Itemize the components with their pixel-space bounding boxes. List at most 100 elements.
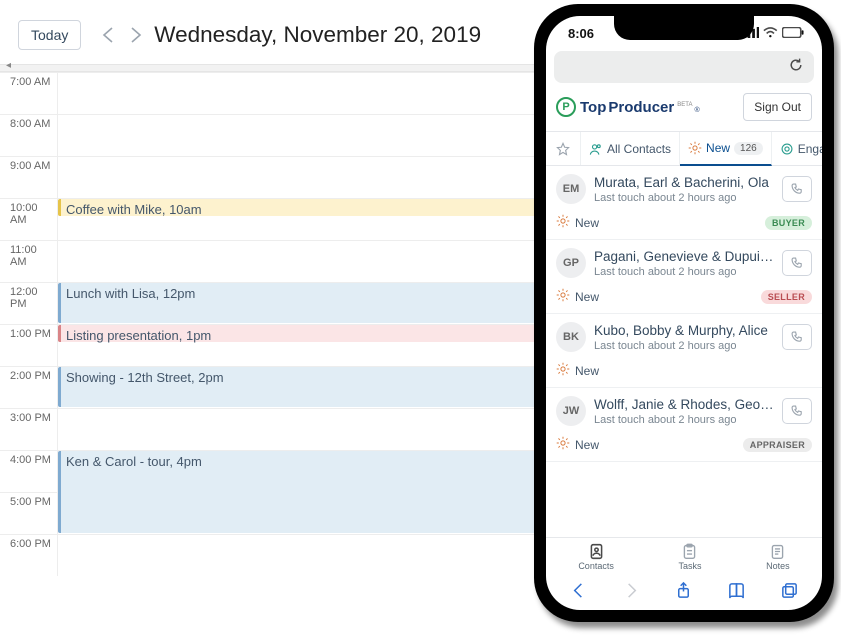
wifi-icon [763,26,778,41]
safari-share-icon[interactable] [672,578,696,602]
brand: P Top Producer BETA ® [556,97,700,117]
contact-role-pill: SELLER [761,290,812,304]
app-header: P Top Producer BETA ® Sign Out [546,87,822,131]
tab-favorites[interactable] [546,132,581,165]
contact-item[interactable]: GP Pagani, Genevieve & Dupuis... Last touc… [546,240,822,314]
contact-status-label: New [575,216,599,230]
brand-mark-icon: P [556,97,576,117]
call-button[interactable] [782,398,812,424]
hour-label: 7:00 AM [0,73,58,114]
avatar: JW [556,396,586,426]
tab-new[interactable]: New 126 [680,132,772,166]
bottomtab-contacts[interactable]: Contacts [578,543,614,571]
contact-status: New [556,214,599,231]
hour-label: 9:00 AM [0,157,58,198]
hour-label: 3:00 PM [0,409,58,450]
contact-subtext: Last touch about 2 hours ago [594,414,774,426]
brand-beta-badge: BETA [677,102,692,108]
contact-role-pill: BUYER [765,216,812,230]
refresh-icon[interactable] [788,57,804,78]
hour-label: 10:00 AM [0,199,58,240]
tab-all-contacts[interactable]: All Contacts [581,132,680,165]
contact-role-pill: APPRAISER [743,438,812,452]
hour-label: 1:00 PM [0,325,58,366]
calendar-pane: Today Wednesday, November 20, 2019 7:00 … [0,0,540,637]
brand-registered: ® [694,107,699,114]
hour-body[interactable] [58,409,540,450]
safari-back-icon[interactable] [566,578,590,602]
calendar-event[interactable]: Lunch with Lisa, 12pm [58,283,538,323]
contact-tabs: All Contacts New 126 Engage [546,131,822,166]
hour-label: 12:00 PM [0,283,58,324]
contact-status: New [556,436,599,453]
contact-subtext: Last touch about 2 hours ago [594,192,774,204]
calendar-event[interactable]: Coffee with Mike, 10am [58,199,538,216]
contact-item[interactable]: BK Kubo, Bobby & Murphy, Alice Last touch … [546,314,822,388]
call-button[interactable] [782,324,812,350]
contact-status-label: New [575,364,599,378]
call-button[interactable] [782,176,812,202]
avatar: BK [556,322,586,352]
battery-icon [782,26,804,41]
bottomtab-notes[interactable]: Notes [766,543,790,571]
brand-text-top: Top [580,99,606,116]
hour-row: 7:00 AM [0,72,540,114]
contact-name: Pagani, Genevieve & Dupuis... [594,249,774,264]
bottomtab-tasks[interactable]: Tasks [678,543,701,571]
hour-label: 8:00 AM [0,115,58,156]
avatar: EM [556,174,586,204]
safari-toolbar [546,573,822,610]
calendar-scroll-hint [0,64,540,72]
hour-row: 9:00 AM [0,156,540,198]
safari-tabs-icon[interactable] [778,578,802,602]
hour-body[interactable] [58,115,540,156]
new-sun-icon [556,362,570,379]
tab-engage-label: Engage [798,142,822,156]
call-button[interactable] [782,250,812,276]
hour-label: 6:00 PM [0,535,58,576]
today-button[interactable]: Today [18,20,81,50]
hour-label: 11:00 AM [0,241,58,282]
status-time: 8:06 [568,26,594,41]
tab-all-contacts-label: All Contacts [607,142,671,156]
contact-status: New [556,362,599,379]
new-sun-icon [556,288,570,305]
contact-item[interactable]: JWWolff, Janie & Rhodes, GeorgeLast touc… [546,388,822,462]
contact-item[interactable]: EMMurata, Earl & Bacherini, OlaLast touc… [546,166,822,240]
hour-label: 5:00 PM [0,493,58,534]
contact-list[interactable]: EMMurata, Earl & Bacherini, OlaLast touc… [546,166,822,537]
contact-name: Kubo, Bobby & Murphy, Alice [594,323,774,338]
browser-url-bar[interactable] [554,51,814,83]
tab-new-count: 126 [734,142,763,155]
contact-status-label: New [575,438,599,452]
hour-row: 11:00 AM [0,240,540,282]
hour-row: 6:00 PM [0,534,540,576]
hour-body[interactable] [58,535,540,576]
bottomtab-notes-label: Notes [766,561,790,571]
safari-bookmarks-icon[interactable] [725,578,749,602]
hour-body[interactable] [58,73,540,114]
new-sun-icon [556,436,570,453]
contact-subtext: Last touch about 2 hours ago [594,266,774,278]
phone-screen: 8:06 P Top [546,16,822,610]
calendar-event[interactable]: Ken & Carol - tour, 4pm [58,451,538,533]
phone-notch [614,16,754,40]
contact-status-label: New [575,290,599,304]
hour-body[interactable] [58,241,540,282]
brand-text-producer: Producer [608,99,674,116]
bottomtab-tasks-label: Tasks [678,561,701,571]
hour-label: 4:00 PM [0,451,58,492]
hour-row: 8:00 AM [0,114,540,156]
tab-engage[interactable]: Engage [772,132,822,165]
calendar-header: Today Wednesday, November 20, 2019 [0,0,540,64]
calendar-event[interactable]: Listing presentation, 1pm [58,325,538,342]
signout-button[interactable]: Sign Out [743,93,812,121]
contact-subtext: Last touch about 2 hours ago [594,340,774,352]
hour-row: 3:00 PM [0,408,540,450]
hour-body[interactable] [58,157,540,198]
contact-status: New [556,288,599,305]
calendar-event[interactable]: Showing - 12th Street, 2pm [58,367,538,407]
safari-forward-icon [619,578,643,602]
bottomtab-contacts-label: Contacts [578,561,614,571]
avatar: GP [556,248,586,278]
